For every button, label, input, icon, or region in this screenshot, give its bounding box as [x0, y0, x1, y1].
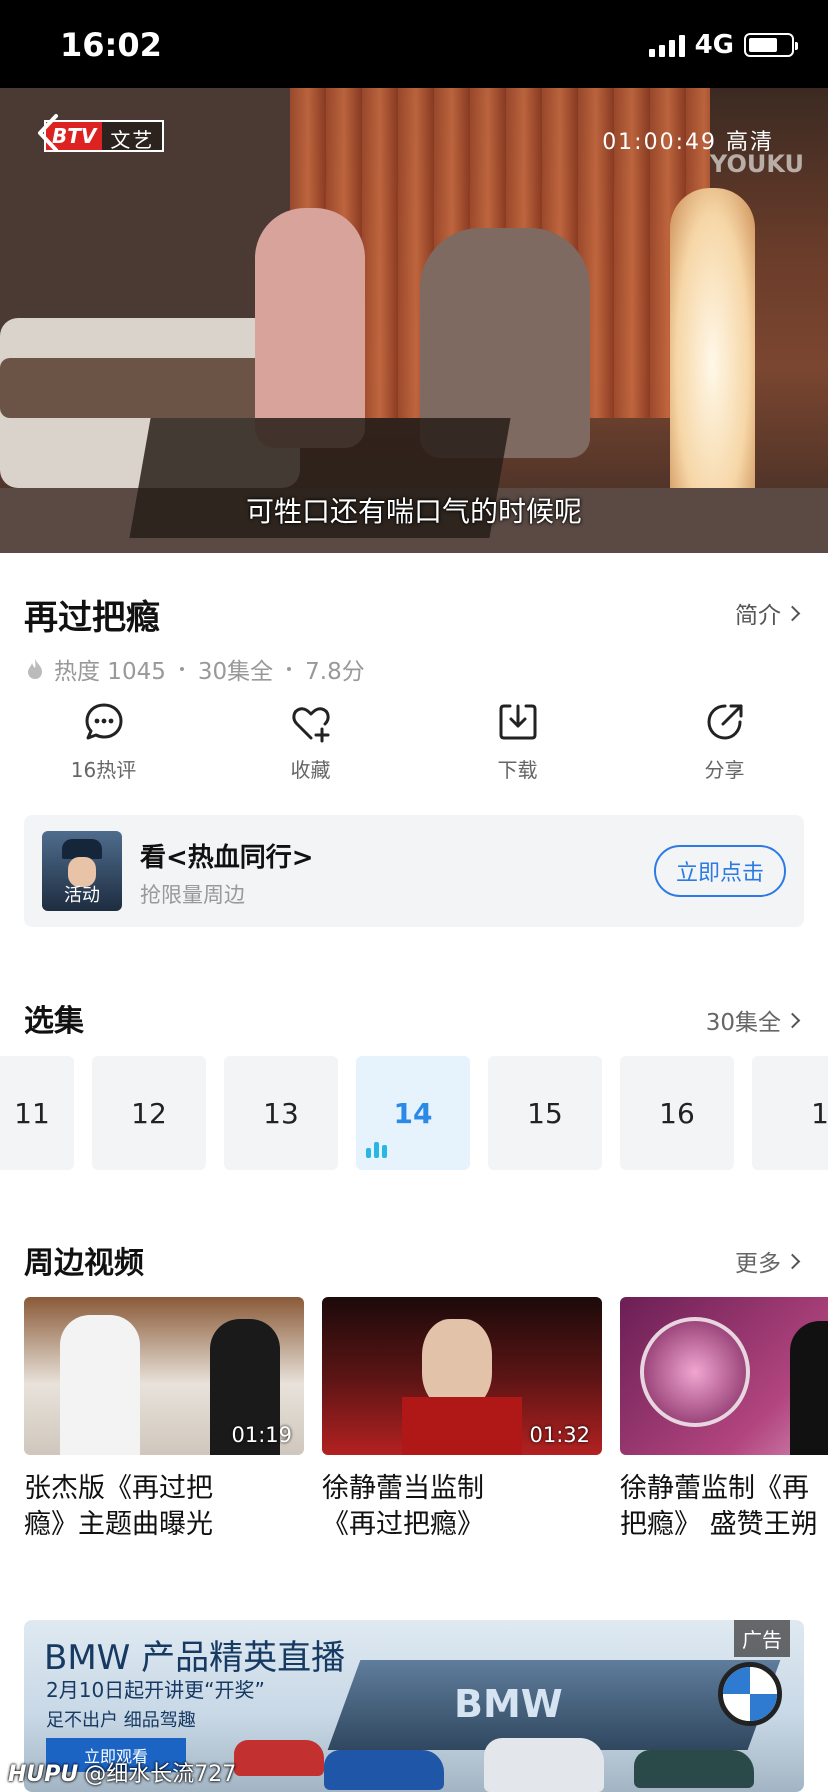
- promo-thumb-tag: 活动: [64, 885, 100, 906]
- playing-indicator-icon: [366, 1142, 387, 1158]
- share-label: 分享: [704, 758, 745, 782]
- episode-item[interactable]: 13: [224, 1056, 338, 1170]
- show-title: 再过把瘾: [24, 598, 160, 638]
- chevron-right-icon: [784, 1012, 801, 1028]
- heart-add-icon: [291, 707, 330, 743]
- download-label: 下载: [497, 758, 538, 782]
- video-title: 张杰版《再过把 瘾》主题曲曝光: [24, 1473, 213, 1540]
- videos-more-link[interactable]: 更多: [735, 1244, 801, 1278]
- episode-list: 11 12 13 14 15 16 17: [0, 1056, 828, 1170]
- battery-icon: [744, 33, 798, 57]
- episode-item[interactable]: 11: [0, 1056, 74, 1170]
- network-type: 4G: [694, 30, 734, 60]
- bmw-logo-icon: [718, 1662, 782, 1726]
- promo-button[interactable]: 立即点击: [654, 845, 786, 897]
- chevron-right-icon: [784, 605, 801, 621]
- rating: 7.8分: [305, 659, 365, 685]
- video-player[interactable]: BTV 文艺 01:00:49 高清 YOUKU 可牲口还有喘口气的时候呢: [0, 88, 828, 553]
- video-duration: 01:19: [231, 1423, 292, 1447]
- video-title: 徐静蕾监制《再 把瘾》 盛赞王朔: [620, 1473, 818, 1540]
- youku-watermark: YOUKU: [709, 150, 804, 178]
- episode-item[interactable]: 15: [488, 1056, 602, 1170]
- share-button[interactable]: 分享: [621, 700, 828, 800]
- cellular-signal-icon: [648, 33, 685, 57]
- video-duration: 01:32: [529, 1423, 590, 1447]
- video-title: 徐静蕾当监制 《再过把瘾》: [322, 1473, 484, 1540]
- hupu-watermark: HUPU @细水长流727: [8, 1762, 237, 1787]
- ad-building-text: BMW: [454, 1682, 563, 1726]
- episodes-section-title: 选集: [24, 1004, 84, 1039]
- video-card[interactable]: 徐静蕾监制《再 把瘾》 盛赞王朔: [620, 1297, 828, 1543]
- ad-tag: 广告: [734, 1620, 790, 1657]
- video-card[interactable]: 01:32 徐静蕾当监制 《再过把瘾》: [322, 1297, 602, 1543]
- video-thumbnail: 01:32: [322, 1297, 602, 1455]
- comment-icon: [85, 703, 122, 740]
- promo-subtitle: 抢限量周边: [140, 883, 245, 907]
- share-icon: [706, 704, 742, 740]
- episode-count: 30集全: [197, 659, 274, 685]
- favorite-button[interactable]: 收藏: [207, 700, 414, 800]
- intro-link[interactable]: 简介: [735, 596, 801, 630]
- status-indicators: 4G: [648, 30, 798, 60]
- related-videos: 01:19 张杰版《再过把 瘾》主题曲曝光 01:32 徐静蕾当监制 《再过把瘾…: [0, 1297, 828, 1547]
- episode-item[interactable]: 17: [752, 1056, 828, 1170]
- heat-value: 热度 1045: [54, 659, 166, 685]
- video-thumbnail: [620, 1297, 828, 1455]
- status-bar: 16:02 4G: [0, 0, 828, 88]
- ad-line3: 足不出户 细品驾趣: [46, 1710, 196, 1731]
- status-time: 16:02: [60, 26, 162, 64]
- promo-thumbnail: 活动: [42, 831, 122, 911]
- back-arrow-icon[interactable]: [30, 108, 70, 158]
- flame-icon: [28, 659, 42, 679]
- intro-label: 简介: [735, 603, 781, 629]
- chevron-right-icon: [784, 1253, 801, 1269]
- video-card[interactable]: 01:19 张杰版《再过把 瘾》主题曲曝光: [24, 1297, 304, 1543]
- episode-item-current[interactable]: 14: [356, 1056, 470, 1170]
- show-meta: 热度 1045 30集全 7.8分: [26, 652, 365, 686]
- comments-label: 16热评: [70, 758, 137, 782]
- episodes-more-link[interactable]: 30集全: [705, 1003, 801, 1037]
- action-bar: 16热评 收藏 下载 分享: [0, 700, 828, 800]
- favorite-label: 收藏: [290, 758, 331, 782]
- download-icon: [499, 704, 536, 740]
- videos-more-label: 更多: [735, 1251, 781, 1277]
- video-thumbnail: 01:19: [24, 1297, 304, 1455]
- video-subtitle: 可牲口还有喘口气的时候呢: [245, 495, 582, 528]
- ad-line2: 2月10日起开讲更“开奖”: [46, 1678, 265, 1702]
- ad-headline: BMW 产品精英直播: [44, 1638, 346, 1678]
- channel-name: 文艺: [102, 122, 163, 152]
- promo-title: 看<热血同行>: [140, 843, 314, 873]
- comments-button[interactable]: 16热评: [0, 700, 207, 800]
- download-button[interactable]: 下载: [414, 700, 621, 800]
- videos-section-title: 周边视频: [24, 1246, 144, 1281]
- episodes-more-label: 30集全: [705, 1010, 781, 1036]
- promo-banner[interactable]: 活动 看<热血同行> 抢限量周边 立即点击: [24, 815, 804, 927]
- episode-item[interactable]: 16: [620, 1056, 734, 1170]
- episode-item[interactable]: 12: [92, 1056, 206, 1170]
